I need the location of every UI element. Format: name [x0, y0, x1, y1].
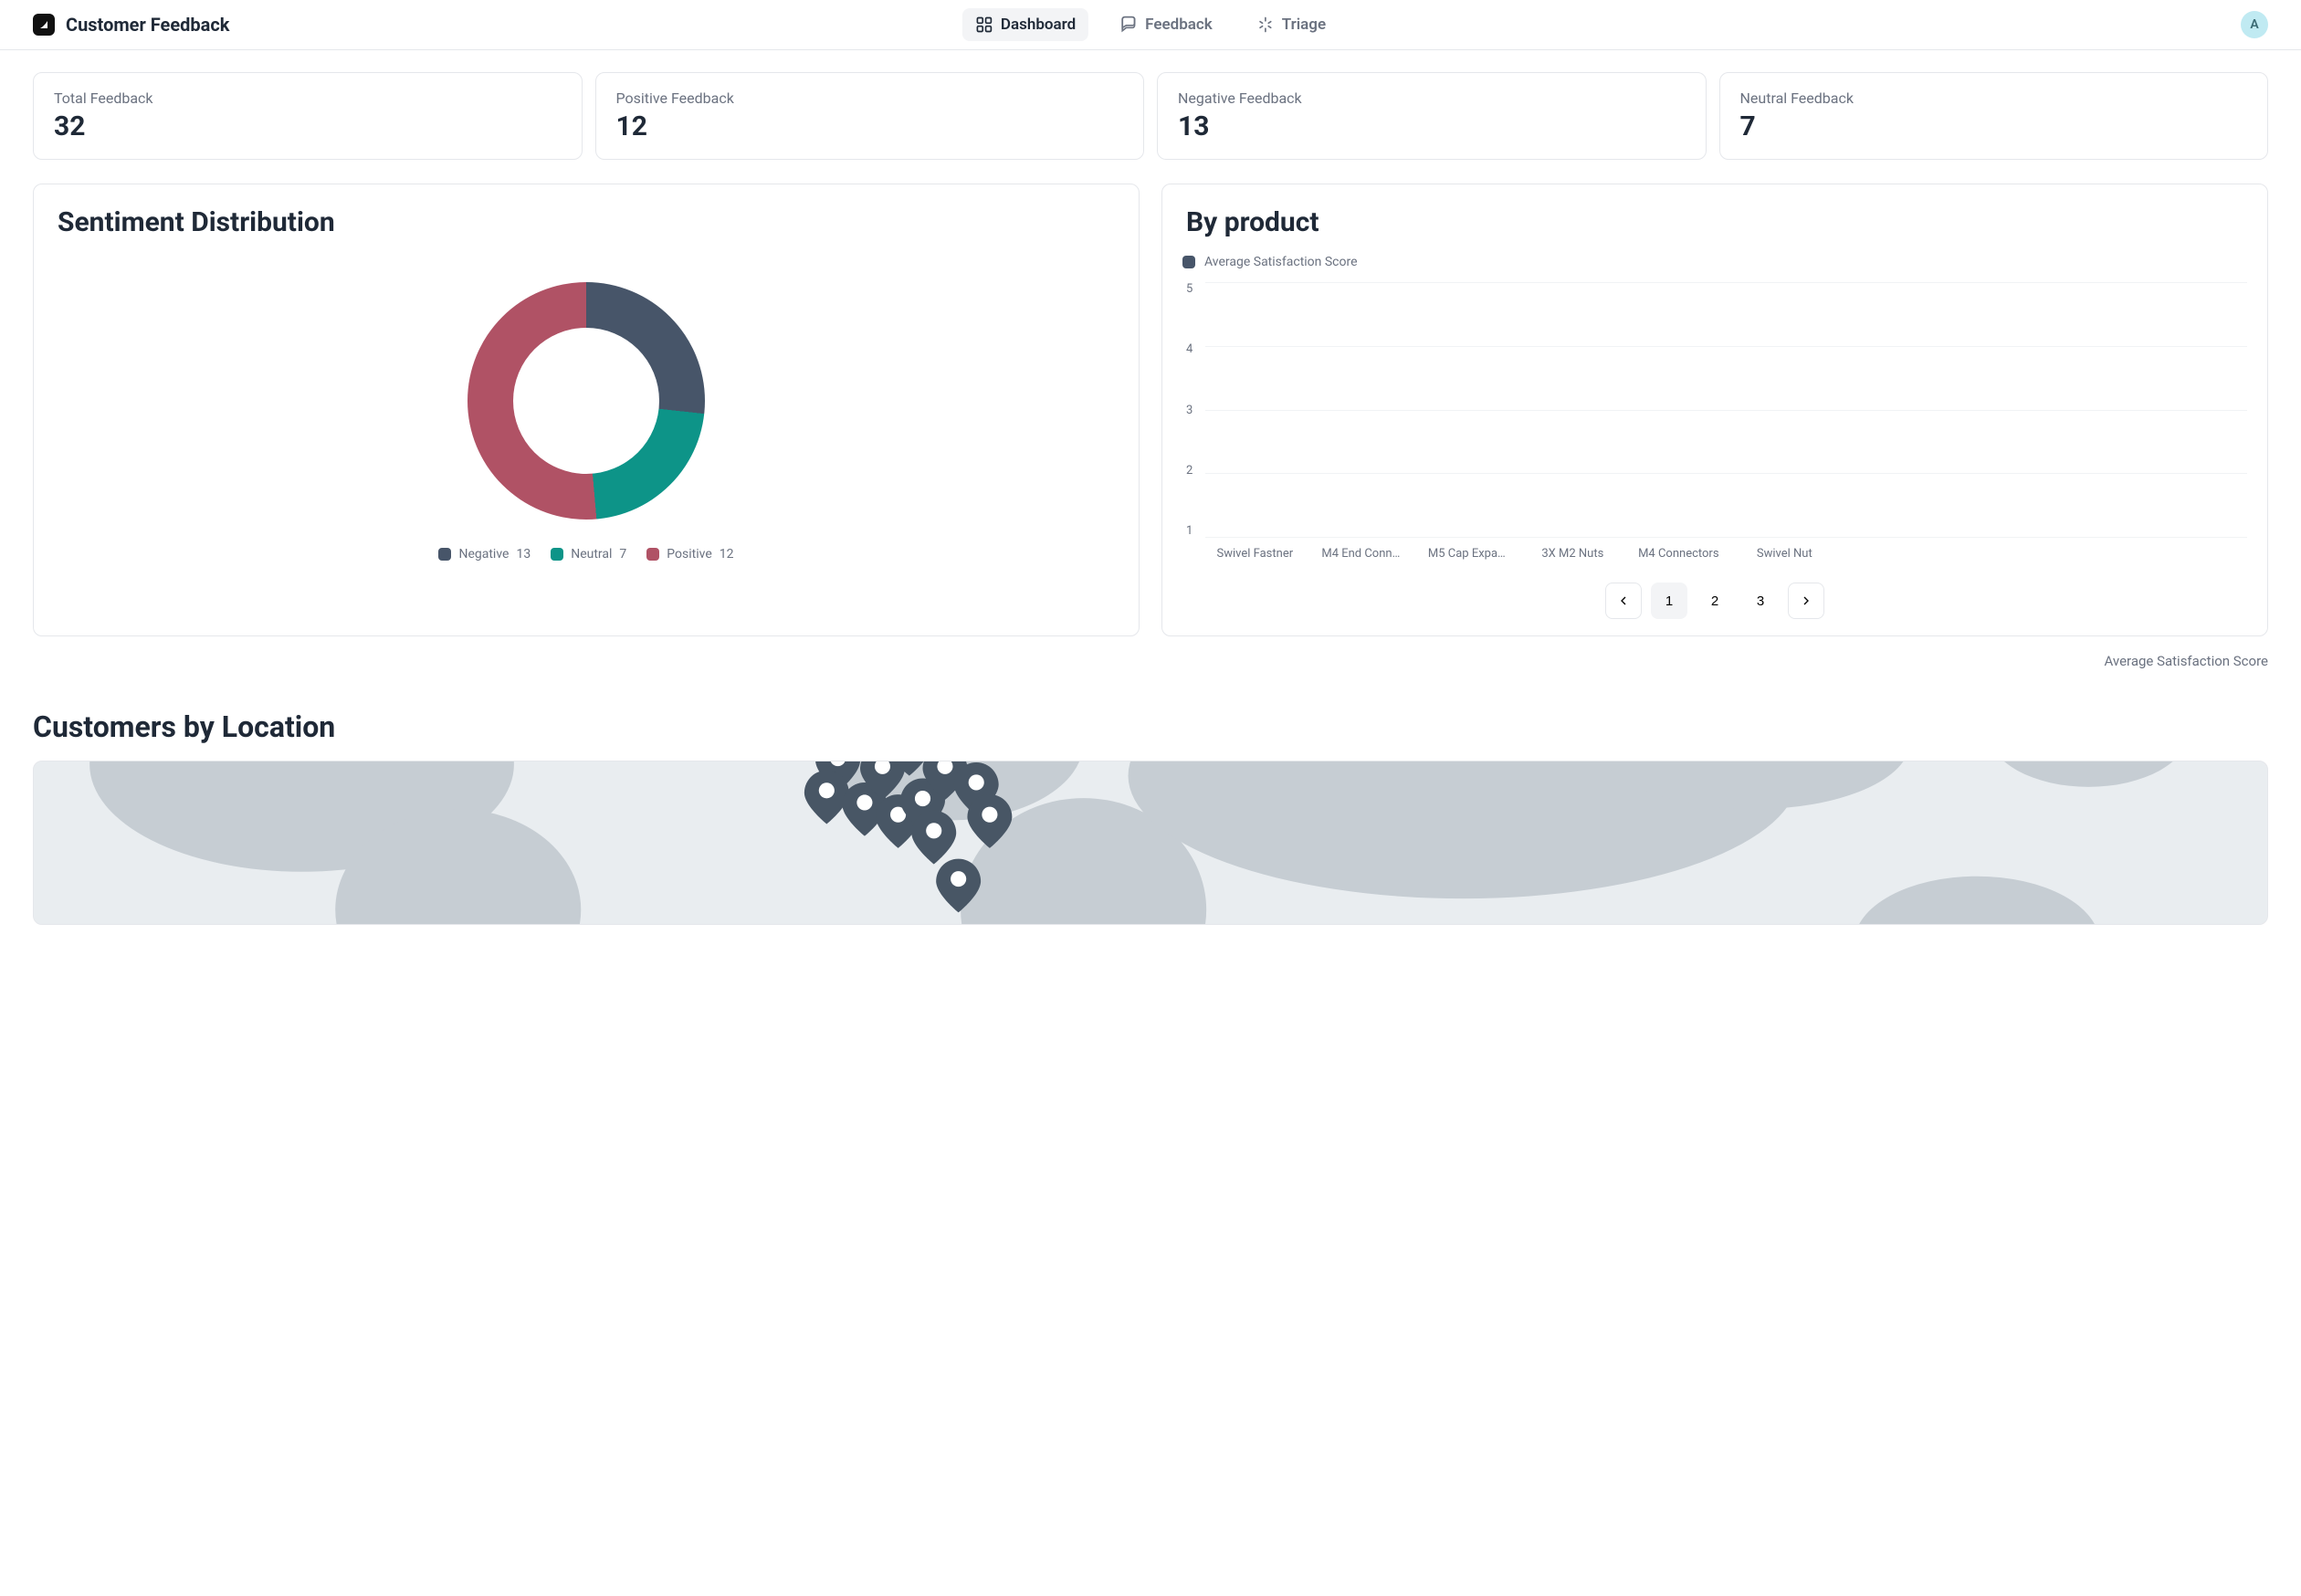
customers-by-location-title: Customers by Location: [33, 709, 2268, 744]
tab-feedback[interactable]: Feedback: [1107, 8, 1225, 41]
legend-label: Positive: [667, 547, 711, 562]
page-number-button[interactable]: 1: [1651, 583, 1687, 619]
x-tick-label: M4 End Conn…: [1315, 547, 1406, 561]
legend-label: Average Satisfaction Score: [1204, 255, 1358, 269]
bars: [1205, 282, 2247, 537]
avatar-initial: A: [2250, 17, 2258, 32]
stat-positive-feedback: Positive Feedback 12: [595, 72, 1145, 160]
chat-icon: [1119, 16, 1138, 34]
page-prev-button[interactable]: [1605, 583, 1642, 619]
tab-label: Feedback: [1145, 16, 1213, 34]
y-axis: 5 4 3 2 1: [1182, 282, 1196, 538]
tab-triage[interactable]: Triage: [1244, 8, 1339, 41]
legend-item: Negative 13: [438, 547, 531, 562]
plot-area: [1205, 282, 2247, 538]
sparkle-icon: [1256, 16, 1275, 34]
stat-label: Positive Feedback: [616, 89, 1124, 107]
app-logo: [33, 14, 55, 36]
sentiment-legend: Negative 13 Neutral 7 Positive 12: [438, 547, 733, 562]
stat-value: 13: [1178, 110, 1686, 142]
tab-label: Dashboard: [1001, 16, 1076, 34]
chevron-left-icon: [1616, 593, 1631, 608]
tab-label: Triage: [1282, 16, 1326, 34]
stat-value: 12: [616, 110, 1124, 142]
tab-dashboard[interactable]: Dashboard: [962, 8, 1088, 41]
page-number-button[interactable]: 3: [1742, 583, 1779, 619]
main-tabs: Dashboard Feedback Triage: [962, 8, 1339, 41]
donut-chart: Negative 13 Neutral 7 Positive 12: [54, 255, 1119, 569]
user-avatar[interactable]: A: [2241, 11, 2268, 38]
stat-total-feedback: Total Feedback 32: [33, 72, 583, 160]
y-tick: 3: [1186, 404, 1193, 417]
stat-neutral-feedback: Neutral Feedback 7: [1719, 72, 2269, 160]
legend-swatch: [438, 548, 451, 561]
legend-count: 13: [516, 547, 531, 562]
donut: [468, 282, 705, 520]
map-card[interactable]: [33, 761, 2268, 925]
dashboard-icon: [975, 16, 993, 34]
stat-cards: Total Feedback 32 Positive Feedback 12 N…: [33, 72, 2268, 160]
page-number-button[interactable]: 2: [1697, 583, 1733, 619]
legend-label: Negative: [458, 547, 509, 562]
legend-count: 12: [720, 547, 734, 562]
stat-label: Total Feedback: [54, 89, 562, 107]
legend-swatch: [551, 548, 563, 561]
y-tick: 1: [1186, 524, 1193, 538]
legend-item: Neutral 7: [551, 547, 626, 562]
x-tick-label: Swivel Nut: [1739, 547, 1830, 561]
page-next-button[interactable]: [1788, 583, 1824, 619]
legend-label: Neutral: [571, 547, 612, 562]
y-tick: 2: [1186, 464, 1193, 478]
legend-swatch: [1182, 256, 1195, 268]
x-tick-label: M5 Cap Expa…: [1421, 547, 1512, 561]
panel-title: Sentiment Distribution: [58, 206, 1115, 238]
main-content: Total Feedback 32 Positive Feedback 12 N…: [0, 50, 2301, 947]
world-map: [34, 761, 2267, 924]
app-title: Customer Feedback: [66, 14, 229, 36]
stat-value: 32: [54, 110, 562, 142]
bar-legend: Average Satisfaction Score: [1182, 255, 2247, 269]
stat-label: Negative Feedback: [1178, 89, 1686, 107]
chevron-right-icon: [1799, 593, 1813, 608]
footer-note: Average Satisfaction Score: [33, 653, 2268, 669]
panel-title: By product: [1186, 206, 2243, 238]
stat-label: Neutral Feedback: [1740, 89, 2248, 107]
logo-icon: [37, 17, 51, 32]
sentiment-panel: Sentiment Distribution Negative 13 Neutral…: [33, 184, 1140, 636]
x-tick-label: 3X M2 Nuts: [1527, 547, 1618, 561]
brand: Customer Feedback: [33, 14, 229, 36]
x-tick-label: Swivel Fastner: [1209, 547, 1300, 561]
stat-negative-feedback: Negative Feedback 13: [1157, 72, 1707, 160]
y-tick: 4: [1186, 342, 1193, 356]
panel-row: Sentiment Distribution Negative13Neutral…: [33, 184, 2268, 636]
stat-value: 7: [1740, 110, 2248, 142]
legend-count: 7: [619, 547, 626, 562]
bar-chart: 5 4 3 2 1 Swivel Fastner M4 End Conn… M5 Cap E…: [1182, 282, 2247, 561]
by-product-panel: By product Average Satisfaction Score 5 4…: [1161, 184, 2268, 636]
x-tick-label: M4 Connectors: [1633, 547, 1724, 561]
bar-chart-pagination: 123: [1182, 583, 2247, 619]
x-axis-labels: Swivel Fastner M4 End Conn… M5 Cap Expa… 3X…: [1205, 538, 2247, 561]
app-header: Customer Feedback Dashboard Feedback Tri…: [0, 0, 2301, 50]
legend-item: Positive 12: [646, 547, 733, 562]
y-tick: 5: [1186, 282, 1193, 296]
legend-swatch: [646, 548, 659, 561]
